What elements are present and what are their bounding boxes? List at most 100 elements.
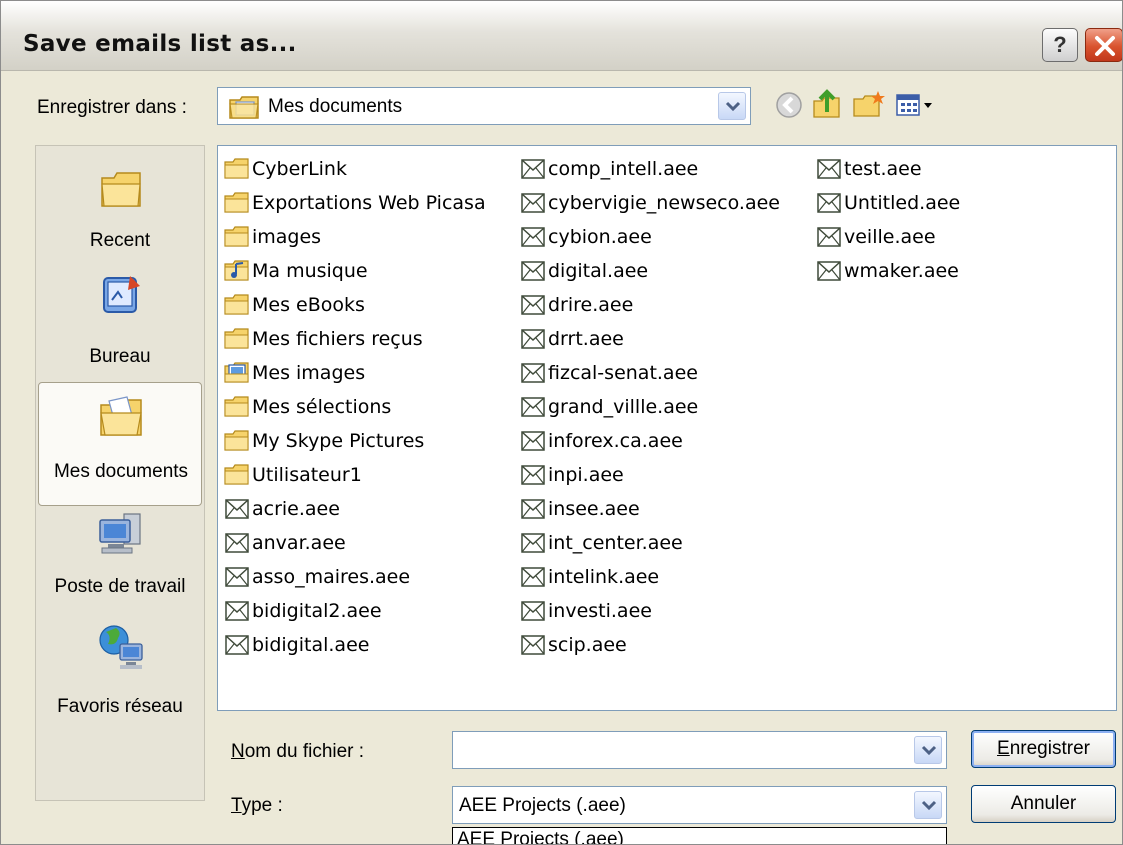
file-name: test.aee (844, 158, 922, 180)
email-file-icon (520, 260, 546, 282)
folder-icon (224, 464, 250, 486)
file-name: acrie.aee (252, 498, 340, 520)
view-menu-button[interactable] (893, 87, 937, 123)
file-name: inforex.ca.aee (548, 430, 683, 452)
email-file-icon (520, 634, 546, 656)
place-desktop[interactable]: Bureau (36, 272, 204, 384)
title-bar[interactable]: Save emails list as... ? (1, 1, 1122, 71)
file-name: asso_maires.aee (252, 566, 411, 588)
file-name: insee.aee (548, 498, 640, 520)
my-documents-icon (100, 396, 142, 436)
email-file-icon (520, 600, 546, 622)
file-name: Mes fichiers reçus (252, 328, 423, 350)
close-icon (1095, 36, 1115, 56)
file-name: wmaker.aee (844, 260, 959, 282)
file-name: My Skype Pictures (252, 430, 425, 452)
chevron-down-icon (725, 101, 741, 112)
view-menu-icon (896, 94, 932, 116)
file-name: Untitled.aee (844, 192, 961, 214)
email-file-icon (224, 498, 250, 520)
email-file-icon (520, 430, 546, 452)
file-name: Mes images (252, 362, 366, 384)
email-file-icon (520, 464, 546, 486)
file-name: veille.aee (844, 226, 936, 248)
save-in-dropdown[interactable]: Mes documents (217, 87, 751, 125)
email-file-icon (520, 362, 546, 384)
folder-icon (224, 294, 250, 316)
back-button[interactable] (771, 87, 807, 123)
new-folder-icon (853, 91, 885, 117)
filetype-label-text: ype : (241, 795, 283, 816)
save-button-label: nregistrer (1009, 738, 1090, 759)
help-button[interactable]: ? (1042, 28, 1078, 62)
close-button[interactable] (1085, 28, 1122, 62)
file-name: intelink.aee (548, 566, 660, 588)
email-file-icon (224, 634, 250, 656)
file-list[interactable]: CyberLink Exportations Web Picasa images Ma… (217, 145, 1117, 711)
up-folder-icon (813, 89, 840, 118)
file-name: Exportations Web Picasa (252, 192, 486, 214)
file-name: fizcal-senat.aee (548, 362, 698, 384)
filetype-option[interactable]: AEE Projects (.aee) (457, 829, 624, 844)
folder-icon (224, 328, 250, 350)
place-label-network: Favoris réseau (57, 696, 183, 717)
email-file-icon (816, 226, 842, 248)
email-file-icon (520, 192, 546, 214)
email-file-icon (520, 328, 546, 350)
filename-label-accel: N (231, 741, 245, 762)
save-dialog: Save emails list as... ? Enregistrer dan… (0, 0, 1123, 845)
file-name: anvar.aee (252, 532, 346, 554)
desktop-icon (103, 276, 140, 313)
filetype-value: AEE Projects (.aee) (459, 795, 626, 816)
folder-icon (224, 192, 250, 214)
places-bar: Recent Bureau Mes documents Poste de tra… (35, 145, 205, 801)
cancel-button[interactable]: Annuler (971, 785, 1116, 823)
chevron-down-icon (921, 745, 937, 756)
email-file-icon (224, 532, 250, 554)
save-in-dropdown-button[interactable] (718, 92, 746, 120)
filename-combo[interactable] (452, 731, 947, 769)
file-name: grand_villle.aee (548, 396, 699, 418)
file-name: Mes sélections (252, 396, 392, 418)
pictures-folder-icon (224, 362, 250, 384)
new-folder-button[interactable] (851, 87, 887, 123)
email-file-icon (816, 192, 842, 214)
place-my-computer[interactable]: Poste de travail (36, 502, 204, 614)
email-file-icon (520, 294, 546, 316)
filename-label: Nom du fichier : (231, 741, 364, 763)
file-name: inpi.aee (548, 464, 624, 486)
up-folder-button[interactable] (809, 87, 845, 123)
dialog-title: Save emails list as... (23, 31, 297, 57)
save-in-label-text: Enregistrer dans : (37, 97, 187, 118)
file-name: comp_intell.aee (548, 158, 699, 180)
place-my-documents[interactable]: Mes documents (38, 382, 202, 506)
filetype-dropdown-list[interactable]: AEE Projects (.aee) (452, 827, 947, 844)
help-icon: ? (1053, 32, 1067, 57)
email-file-icon (224, 600, 250, 622)
file-name: digital.aee (548, 260, 649, 282)
file-name: bidigital2.aee (252, 600, 382, 622)
file-name: cybion.aee (548, 226, 652, 248)
file-name: CyberLink (252, 158, 347, 180)
filename-dropdown-button[interactable] (914, 736, 942, 764)
file-name: Utilisateur1 (252, 464, 362, 486)
email-file-icon (520, 498, 546, 520)
file-name: cybervigie_newseco.aee (548, 192, 780, 214)
file-name: int_center.aee (548, 532, 683, 554)
file-name: investi.aee (548, 600, 652, 622)
folder-icon (224, 158, 250, 180)
save-button-accel: E (997, 738, 1010, 759)
save-button[interactable]: Enregistrer (971, 730, 1116, 768)
email-file-icon (520, 396, 546, 418)
save-in-value: Mes documents (268, 96, 403, 117)
email-file-icon (816, 158, 842, 180)
file-name: Mes eBooks (252, 294, 365, 316)
email-file-icon (520, 532, 546, 554)
place-recent[interactable]: Recent (36, 162, 204, 274)
place-network[interactable]: Favoris réseau (36, 612, 204, 732)
filetype-dropdown-button[interactable] (914, 791, 942, 819)
file-name: Ma musique (252, 260, 368, 282)
file-name: images (252, 226, 322, 248)
filetype-select[interactable]: AEE Projects (.aee) (452, 786, 947, 824)
file-name: drrt.aee (548, 328, 624, 350)
